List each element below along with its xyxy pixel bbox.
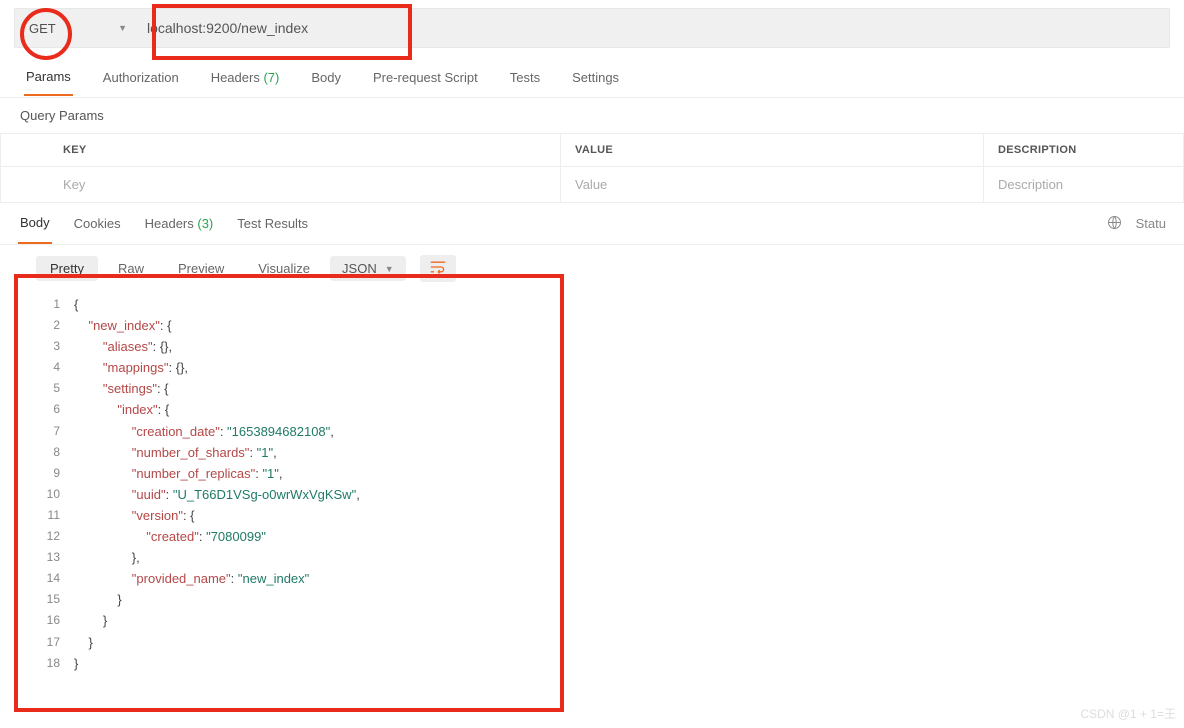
line-number: 15 bbox=[36, 589, 74, 610]
request-tabs: Params Authorization Headers (7) Body Pre-re… bbox=[0, 58, 1184, 98]
code-content: "created": "7080099" bbox=[74, 526, 266, 547]
request-bar: GET ▼ bbox=[14, 8, 1170, 48]
body-view-pretty[interactable]: Pretty bbox=[36, 256, 98, 281]
code-line: 3 "aliases": {}, bbox=[36, 336, 1184, 357]
code-content: "uuid": "U_T66D1VSg-o0wrWxVgKSw", bbox=[74, 484, 360, 505]
tab-headers[interactable]: Headers (7) bbox=[209, 60, 282, 95]
code-content: "creation_date": "1653894682108", bbox=[74, 421, 334, 442]
line-number: 7 bbox=[36, 421, 74, 442]
code-line: 7 "creation_date": "1653894682108", bbox=[36, 421, 1184, 442]
line-number: 16 bbox=[36, 610, 74, 631]
response-tab-headers[interactable]: Headers (3) bbox=[143, 204, 216, 243]
count-badge: (3) bbox=[194, 216, 214, 231]
code-content: }, bbox=[74, 547, 140, 568]
line-number: 13 bbox=[36, 547, 74, 568]
body-view-visualize[interactable]: Visualize bbox=[244, 256, 324, 281]
code-content: "provided_name": "new_index" bbox=[74, 568, 309, 589]
body-format-select[interactable]: JSON ▼ bbox=[330, 256, 406, 281]
code-line: 17 } bbox=[36, 632, 1184, 653]
code-line: 4 "mappings": {}, bbox=[36, 357, 1184, 378]
col-header-desc: DESCRIPTION bbox=[984, 134, 1184, 167]
code-line: 5 "settings": { bbox=[36, 378, 1184, 399]
body-view-preview[interactable]: Preview bbox=[164, 256, 238, 281]
line-number: 12 bbox=[36, 526, 74, 547]
param-value-input[interactable]: Value bbox=[561, 167, 984, 203]
response-tab-cookies[interactable]: Cookies bbox=[72, 204, 123, 243]
http-method-label: GET bbox=[29, 21, 56, 36]
response-tab-test-results[interactable]: Test Results bbox=[235, 204, 310, 243]
query-params-title: Query Params bbox=[0, 98, 1184, 133]
code-content: } bbox=[74, 589, 122, 610]
col-header-key: KEY bbox=[1, 134, 561, 167]
response-bar: Body Cookies Headers (3) Test Results Statu bbox=[0, 203, 1184, 245]
code-line: 6 "index": { bbox=[36, 399, 1184, 420]
col-header-value: VALUE bbox=[561, 134, 984, 167]
line-number: 18 bbox=[36, 653, 74, 674]
tab-tests[interactable]: Tests bbox=[508, 60, 542, 95]
code-line: 10 "uuid": "U_T66D1VSg-o0wrWxVgKSw", bbox=[36, 484, 1184, 505]
chevron-down-icon: ▼ bbox=[118, 23, 127, 33]
code-line: 1{ bbox=[36, 294, 1184, 315]
line-number: 5 bbox=[36, 378, 74, 399]
tab-authorization[interactable]: Authorization bbox=[101, 60, 181, 95]
body-toolbar: PrettyRawPreviewVisualize JSON ▼ bbox=[0, 245, 1184, 290]
line-number: 3 bbox=[36, 336, 74, 357]
code-content: { bbox=[74, 294, 78, 315]
tab-pre-request-script[interactable]: Pre-request Script bbox=[371, 60, 480, 95]
line-number: 11 bbox=[36, 505, 74, 526]
code-content: "settings": { bbox=[74, 378, 169, 399]
watermark: CSDN @1 + 1=王 bbox=[1080, 705, 1176, 722]
code-content: "number_of_shards": "1", bbox=[74, 442, 277, 463]
code-line: 18} bbox=[36, 653, 1184, 674]
code-line: 14 "provided_name": "new_index" bbox=[36, 568, 1184, 589]
table-row[interactable]: Key Value Description bbox=[1, 167, 1184, 203]
line-number: 4 bbox=[36, 357, 74, 378]
response-tab-body[interactable]: Body bbox=[18, 203, 52, 244]
response-body-code[interactable]: 1{2 "new_index": {3 "aliases": {},4 "map… bbox=[0, 290, 1184, 684]
code-content: "index": { bbox=[74, 399, 169, 420]
code-line: 15 } bbox=[36, 589, 1184, 610]
code-line: 11 "version": { bbox=[36, 505, 1184, 526]
code-line: 2 "new_index": { bbox=[36, 315, 1184, 336]
code-content: "version": { bbox=[74, 505, 195, 526]
body-format-label: JSON bbox=[342, 261, 377, 276]
request-url-input[interactable] bbox=[141, 9, 1169, 47]
line-number: 14 bbox=[36, 568, 74, 589]
response-tabs: Body Cookies Headers (3) Test Results bbox=[18, 203, 310, 244]
line-number: 6 bbox=[36, 399, 74, 420]
wrap-lines-button[interactable] bbox=[420, 255, 456, 282]
code-line: 12 "created": "7080099" bbox=[36, 526, 1184, 547]
code-line: 9 "number_of_replicas": "1", bbox=[36, 463, 1184, 484]
line-number: 10 bbox=[36, 484, 74, 505]
chevron-down-icon: ▼ bbox=[385, 264, 394, 274]
line-number: 8 bbox=[36, 442, 74, 463]
param-desc-input[interactable]: Description bbox=[984, 167, 1184, 203]
code-content: } bbox=[74, 610, 107, 631]
line-number: 1 bbox=[36, 294, 74, 315]
status-label: Statu bbox=[1136, 216, 1166, 231]
globe-icon[interactable] bbox=[1107, 215, 1122, 233]
count-badge: (7) bbox=[260, 70, 280, 85]
code-content: "aliases": {}, bbox=[74, 336, 172, 357]
body-view-raw[interactable]: Raw bbox=[104, 256, 158, 281]
code-line: 13 }, bbox=[36, 547, 1184, 568]
code-line: 16 } bbox=[36, 610, 1184, 631]
http-method-select[interactable]: GET ▼ bbox=[15, 9, 141, 47]
tab-params[interactable]: Params bbox=[24, 59, 73, 96]
response-meta: Statu bbox=[1107, 215, 1166, 233]
code-content: } bbox=[74, 653, 78, 674]
tab-settings[interactable]: Settings bbox=[570, 60, 621, 95]
code-content: } bbox=[74, 632, 93, 653]
code-line: 8 "number_of_shards": "1", bbox=[36, 442, 1184, 463]
code-content: "number_of_replicas": "1", bbox=[74, 463, 283, 484]
line-number: 17 bbox=[36, 632, 74, 653]
line-number: 2 bbox=[36, 315, 74, 336]
query-params-table: KEY VALUE DESCRIPTION Key Value Descript… bbox=[0, 133, 1184, 203]
tab-body[interactable]: Body bbox=[309, 60, 343, 95]
line-number: 9 bbox=[36, 463, 74, 484]
code-content: "mappings": {}, bbox=[74, 357, 188, 378]
code-content: "new_index": { bbox=[74, 315, 171, 336]
param-key-input[interactable]: Key bbox=[1, 167, 561, 203]
